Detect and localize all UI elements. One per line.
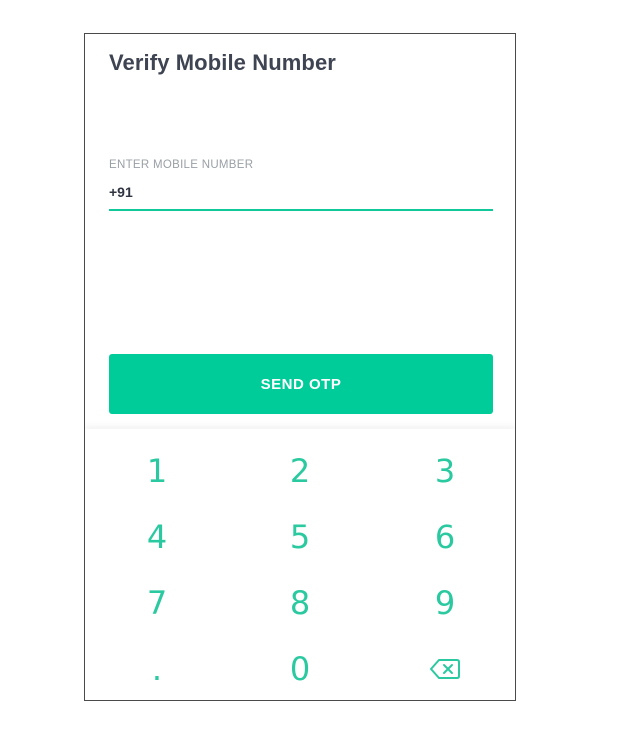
key-6[interactable]: 6 [395,509,495,565]
mobile-number-input[interactable]: +91 [109,184,133,200]
key-dot[interactable]: . [107,641,207,697]
key-9[interactable]: 9 [395,575,495,631]
phone-screen: Verify Mobile Number ENTER MOBILE NUMBER… [84,33,516,701]
mobile-number-label: ENTER MOBILE NUMBER [109,159,254,171]
key-3[interactable]: 3 [395,443,495,499]
numeric-keypad: 1 2 3 4 5 6 7 8 9 . 0 [85,429,515,700]
key-0[interactable]: 0 [250,641,350,697]
mobile-number-underline [109,209,493,211]
send-otp-button[interactable]: SEND OTP [109,354,493,414]
key-4[interactable]: 4 [107,509,207,565]
key-1[interactable]: 1 [107,443,207,499]
key-2[interactable]: 2 [250,443,350,499]
page-title: Verify Mobile Number [109,50,336,75]
key-5[interactable]: 5 [250,509,350,565]
backspace-key[interactable] [395,641,495,697]
backspace-icon [430,659,460,679]
key-8[interactable]: 8 [250,575,350,631]
key-7[interactable]: 7 [107,575,207,631]
